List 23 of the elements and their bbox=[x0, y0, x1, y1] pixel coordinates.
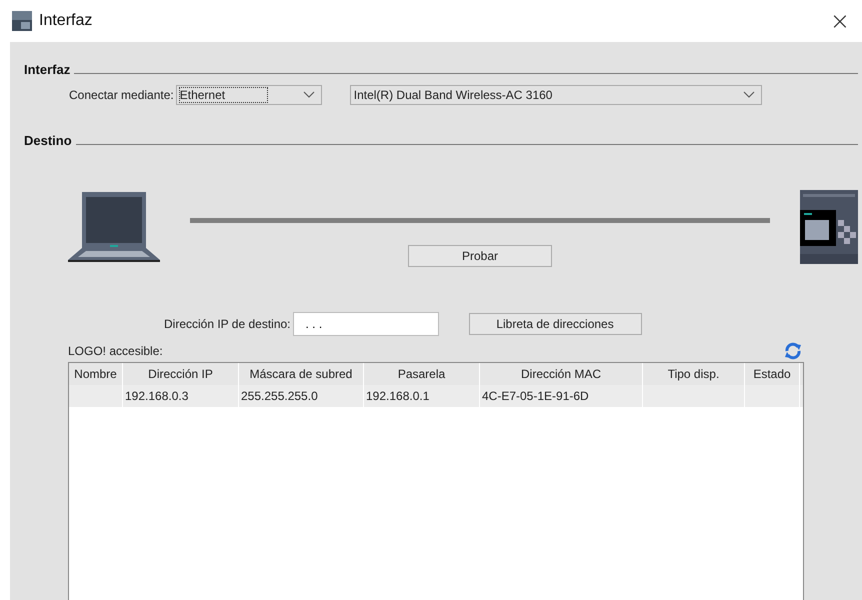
controller-icon bbox=[800, 190, 858, 264]
connect-label: Conectar mediante: bbox=[69, 88, 174, 102]
chevron-icon bbox=[302, 91, 315, 99]
table-cell: 192.168.0.1 bbox=[366, 389, 430, 403]
ip-label: Dirección IP de destino: bbox=[164, 317, 291, 331]
ip-field[interactable]: . . . bbox=[292, 312, 439, 336]
chevron-icon bbox=[742, 91, 755, 99]
address-book-button[interactable]: Libreta de direcciones bbox=[468, 313, 642, 335]
connection-dropdown[interactable]: Ethernet bbox=[176, 85, 322, 105]
accessible-label: LOGO! accesible: bbox=[68, 344, 163, 358]
section-title: Interfaz bbox=[24, 62, 70, 77]
test-button[interactable]: Probar bbox=[408, 245, 552, 267]
close-button[interactable]: × bbox=[824, 7, 856, 35]
laptop-icon bbox=[68, 190, 160, 262]
refresh-icon[interactable] bbox=[784, 342, 802, 360]
section-title: Destino bbox=[24, 133, 72, 148]
adapter-dropdown[interactable]: Intel(R) Dual Band Wireless-AC 3160 bbox=[350, 85, 762, 105]
table-cell: 4C-E7-05-1E-91-6D bbox=[482, 389, 589, 403]
logo-icon bbox=[12, 11, 32, 31]
table-cell: 192.168.0.3 bbox=[125, 389, 188, 403]
window-title: Interfaz bbox=[39, 12, 92, 30]
table-row[interactable]: 192.168.0.3 255.255.255.0 192.168.0.1 4C-E7-05-1E-91-6D bbox=[69, 385, 803, 408]
table-cell: 255.255.255.0 bbox=[241, 389, 318, 403]
